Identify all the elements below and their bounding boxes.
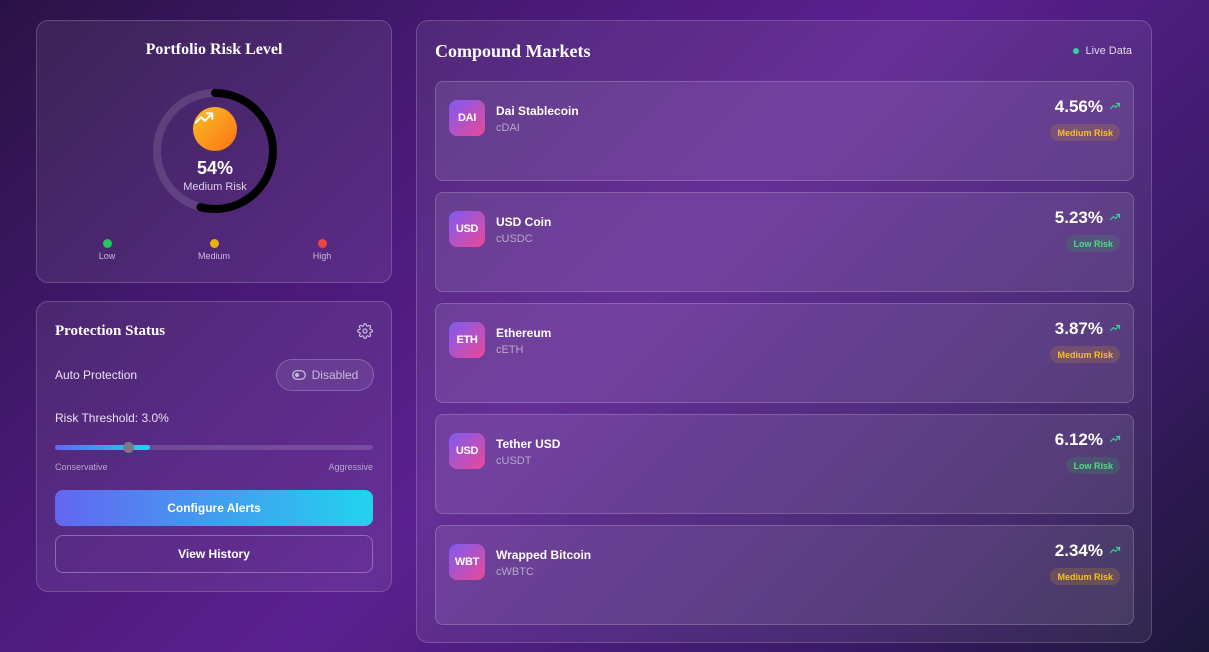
risk-title: Portfolio Risk Level [145,41,283,58]
risk-level-label: Medium Risk [183,181,247,193]
configure-alerts-button[interactable]: Configure Alerts [55,490,373,526]
market-symbol: cDAI [496,122,520,134]
market-rate: 6.12% [1054,430,1103,449]
market-name: Ethereum [496,326,552,340]
market-card-eth[interactable]: ETH Ethereum cETH 3.87% Medium Risk [435,303,1134,403]
market-symbol: cWBTC [496,566,534,578]
trending-up-icon [1109,102,1121,110]
risk-threshold-slider[interactable] [55,442,373,453]
risk-badge: Medium Risk [1050,124,1120,141]
market-rate: 3.87% [1054,319,1103,338]
legend-high-dot [317,239,327,248]
markets-panel: Compound Markets Live Data DAI Dai Stabl… [416,20,1152,643]
legend-low-label: Low [98,251,116,261]
risk-badge: Low Risk [1066,235,1120,252]
token-icon: DAI [449,100,485,136]
view-history-button[interactable]: View History [55,535,373,573]
legend-high: High [292,239,352,261]
markets-title: Compound Markets [435,41,591,61]
legend-low: Low [77,239,137,261]
risk-gauge-ring [153,89,277,213]
market-symbol: cUSDT [496,455,532,467]
market-name: Dai Stablecoin [496,104,579,118]
trending-up-icon [1109,213,1121,221]
token-icon: USD [449,211,485,247]
market-list: DAI Dai Stablecoin cDAI 4.56% Medium Ris… [435,81,1134,636]
risk-threshold-slider-thumb[interactable] [123,442,135,453]
trending-up-icon [1109,546,1121,554]
gear-icon[interactable] [357,323,373,339]
risk-gauge: 54% Medium Risk [150,86,280,216]
legend-medium: Medium [184,239,244,261]
risk-badge: Low Risk [1066,457,1120,474]
slider-max-label: Aggressive [328,462,373,472]
legend-medium-label: Medium [197,251,230,261]
risk-badge: Medium Risk [1050,568,1120,585]
market-symbol: cUSDC [496,233,533,245]
market-name: Tether USD [496,437,561,451]
trending-up-icon [1109,435,1121,443]
slider-min-label: Conservative [55,462,108,472]
market-name: Wrapped Bitcoin [496,548,592,562]
protection-panel: Protection Status Auto Protection Disabl… [36,301,392,592]
auto-protection-toggle[interactable]: Disabled [276,359,374,391]
token-icon: WBT [449,544,485,580]
market-name: USD Coin [496,215,552,229]
trending-up-icon [1109,324,1121,332]
legend-low-dot [102,239,112,248]
trending-up-icon [193,107,237,151]
risk-threshold-label: Risk Threshold: 3.0% [55,411,169,425]
live-dot-icon [1072,48,1079,54]
market-rate: 5.23% [1054,208,1103,227]
legend-high-label: High [312,251,332,261]
toggle-off-icon [291,370,306,380]
token-icon: USD [449,433,485,469]
market-rate: 2.34% [1054,541,1103,560]
market-symbol: cETH [496,344,524,356]
risk-percent: 54% [196,158,234,178]
auto-protection-toggle-label: Disabled [311,368,359,382]
legend-medium-dot [209,239,219,248]
auto-protection-label: Auto Protection [55,368,138,382]
risk-threshold-slider-fill [55,445,151,450]
risk-panel: Portfolio Risk Level 54% Medium Risk Low… [36,20,392,283]
live-data-indicator: Live Data [1072,45,1132,57]
token-icon: ETH [449,322,485,358]
protection-title: Protection Status [55,323,166,339]
live-data-label: Live Data [1085,45,1132,57]
risk-badge: Medium Risk [1050,346,1120,363]
market-card-wbtc[interactable]: WBT Wrapped Bitcoin cWBTC 2.34% Medium R… [435,525,1134,625]
market-card-usdc[interactable]: USD USD Coin cUSDC 5.23% Low Risk [435,192,1134,292]
market-card-dai[interactable]: DAI Dai Stablecoin cDAI 4.56% Medium Ris… [435,81,1134,181]
market-card-usdt[interactable]: USD Tether USD cUSDT 6.12% Low Risk [435,414,1134,514]
market-rate: 4.56% [1054,97,1103,116]
